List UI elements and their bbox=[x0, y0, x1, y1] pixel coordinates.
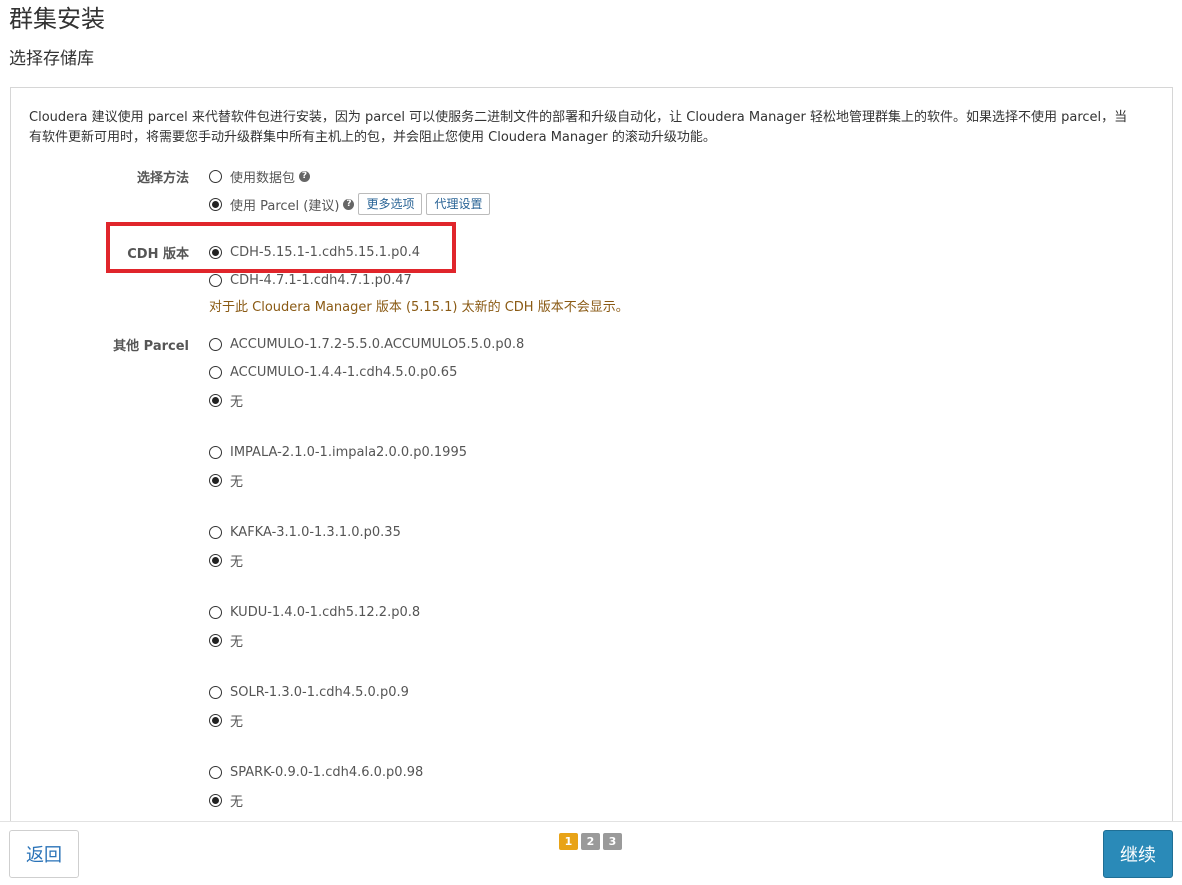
method-label: 选择方法 bbox=[136, 171, 189, 186]
parcel-option-accumulo-none[interactable]: 无 bbox=[209, 391, 244, 410]
parcel-option-kudu[interactable]: KUDU-1.4.0-1.cdh5.12.2.p0.8 bbox=[209, 603, 420, 621]
option-label: ACCUMULO-1.7.2-5.5.0.ACCUMULO5.5.0.p0.8 bbox=[230, 336, 525, 352]
step-indicator: 1 2 3 bbox=[559, 833, 622, 850]
option-label: 无 bbox=[230, 394, 244, 410]
other-parcels-label: 其他 Parcel bbox=[113, 339, 189, 354]
method-option-parcels[interactable]: 使用 Parcel (建议) ? 更多选项 代理设置 bbox=[209, 193, 491, 215]
page-subtitle: 选择存储库 bbox=[9, 49, 94, 69]
radio-button[interactable] bbox=[209, 633, 222, 647]
radio-button[interactable] bbox=[209, 685, 222, 699]
radio-button[interactable] bbox=[209, 393, 222, 407]
option-label: 无 bbox=[230, 474, 244, 490]
intro-text: Cloudera 建议使用 parcel 来代替软件包进行安装，因为 parce… bbox=[29, 110, 1128, 145]
option-label: 无 bbox=[230, 714, 244, 730]
option-label: KUDU-1.4.0-1.cdh5.12.2.p0.8 bbox=[230, 604, 421, 620]
page-title: 群集安装 bbox=[9, 5, 105, 33]
radio-button[interactable] bbox=[209, 553, 222, 567]
parcel-option-kafka[interactable]: KAFKA-3.1.0-1.3.1.0.p0.35 bbox=[209, 523, 401, 541]
parcel-option-kudu-none[interactable]: 无 bbox=[209, 631, 244, 650]
proxy-settings-button[interactable]: 代理设置 bbox=[426, 193, 491, 215]
radio-button[interactable] bbox=[209, 765, 222, 779]
option-label: 无 bbox=[230, 634, 244, 650]
cdh-version-notice: 对于此 Cloudera Manager 版本 (5.15.1) 太新的 CDH… bbox=[209, 300, 629, 315]
repository-panel: Cloudera 建议使用 parcel 来代替软件包进行安装，因为 parce… bbox=[10, 87, 1173, 827]
radio-button[interactable] bbox=[209, 793, 222, 807]
radio-button[interactable] bbox=[209, 273, 222, 287]
option-label: 无 bbox=[230, 794, 244, 810]
radio-button[interactable] bbox=[209, 473, 222, 487]
option-label: KAFKA-3.1.0-1.3.1.0.p0.35 bbox=[230, 524, 401, 540]
step-3: 3 bbox=[603, 833, 622, 850]
wizard-footer: 返回 1 2 3 继续 bbox=[0, 821, 1182, 885]
option-label: CDH-4.7.1-1.cdh4.7.1.p0.47 bbox=[230, 272, 412, 288]
parcel-option-accumulo-1-7[interactable]: ACCUMULO-1.7.2-5.5.0.ACCUMULO5.5.0.p0.8 bbox=[209, 335, 524, 353]
step-2: 2 bbox=[581, 833, 600, 850]
method-option-packages[interactable]: 使用数据包 ? bbox=[209, 167, 311, 186]
radio-button[interactable] bbox=[209, 445, 222, 459]
option-label: 无 bbox=[230, 554, 244, 570]
parcel-option-solr[interactable]: SOLR-1.3.0-1.cdh4.5.0.p0.9 bbox=[209, 683, 409, 701]
parcel-option-impala[interactable]: IMPALA-2.1.0-1.impala2.0.0.p0.1995 bbox=[209, 443, 467, 461]
radio-button[interactable] bbox=[209, 337, 222, 351]
parcel-option-solr-none[interactable]: 无 bbox=[209, 711, 244, 730]
help-icon[interactable]: ? bbox=[299, 170, 311, 182]
cdh-option-4[interactable]: CDH-4.7.1-1.cdh4.7.1.p0.47 bbox=[209, 271, 412, 289]
radio-button[interactable] bbox=[209, 365, 222, 379]
option-label: 使用 Parcel (建议) bbox=[230, 198, 340, 214]
option-label: IMPALA-2.1.0-1.impala2.0.0.p0.1995 bbox=[230, 444, 467, 460]
parcel-option-spark[interactable]: SPARK-0.9.0-1.cdh4.6.0.p0.98 bbox=[209, 763, 423, 781]
radio-button[interactable] bbox=[209, 197, 222, 211]
more-options-button[interactable]: 更多选项 bbox=[358, 193, 423, 215]
radio-button[interactable] bbox=[209, 605, 222, 619]
option-label: 使用数据包 bbox=[230, 170, 296, 186]
highlight-box bbox=[106, 222, 456, 273]
parcel-option-impala-none[interactable]: 无 bbox=[209, 471, 244, 490]
continue-button[interactable]: 继续 bbox=[1103, 830, 1173, 878]
help-icon[interactable]: ? bbox=[343, 198, 355, 210]
step-1: 1 bbox=[559, 833, 578, 850]
parcel-option-accumulo-1-4[interactable]: ACCUMULO-1.4.4-1.cdh4.5.0.p0.65 bbox=[209, 363, 457, 381]
parcel-option-spark-none[interactable]: 无 bbox=[209, 791, 244, 810]
radio-button[interactable] bbox=[209, 525, 222, 539]
option-label: SPARK-0.9.0-1.cdh4.6.0.p0.98 bbox=[230, 764, 424, 780]
radio-button[interactable] bbox=[209, 169, 222, 183]
option-label: SOLR-1.3.0-1.cdh4.5.0.p0.9 bbox=[230, 684, 409, 700]
back-button[interactable]: 返回 bbox=[9, 830, 79, 878]
radio-button[interactable] bbox=[209, 713, 222, 727]
parcel-option-kafka-none[interactable]: 无 bbox=[209, 551, 244, 570]
option-label: ACCUMULO-1.4.4-1.cdh4.5.0.p0.65 bbox=[230, 364, 458, 380]
